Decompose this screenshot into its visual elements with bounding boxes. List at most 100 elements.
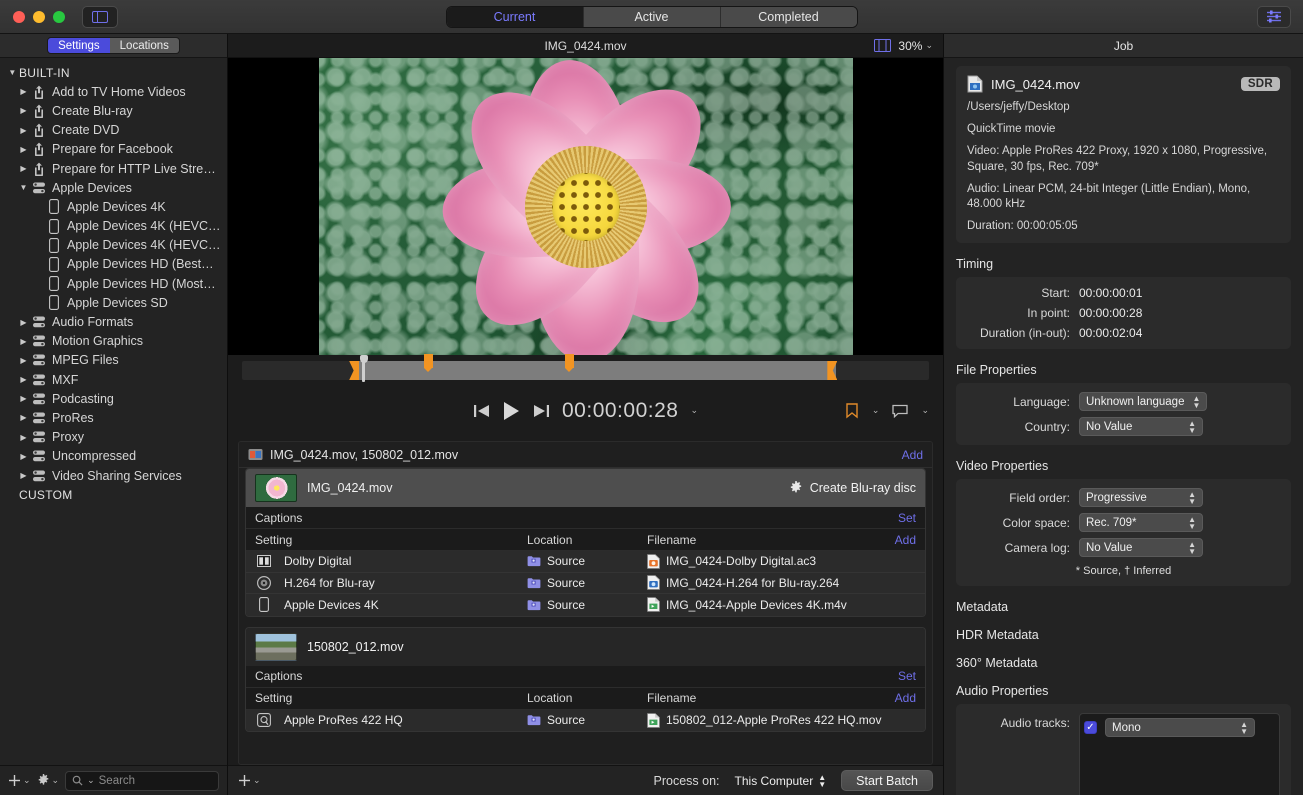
output-filename-cell[interactable]: 150802_012-Apple ProRes 422 HQ.mov <box>647 713 916 728</box>
color-space-select[interactable]: Rec. 709* ▲▼ <box>1079 513 1203 532</box>
search-input[interactable]: ⌄ Search <box>65 771 219 791</box>
tab-active[interactable]: Active <box>584 7 721 27</box>
sidebar-item-proxy[interactable]: ▶Proxy <box>0 428 227 447</box>
sidebar-item-video-sharing-services[interactable]: ▶Video Sharing Services <box>0 466 227 485</box>
add-setting-button[interactable]: ⌄ <box>8 774 31 787</box>
job-action-button[interactable]: Create Blu-ray disc <box>789 481 916 495</box>
chevron-right-icon[interactable]: ▶ <box>17 145 30 154</box>
settings-action-button[interactable]: ⌄ <box>37 774 60 787</box>
output-row[interactable]: Apple ProRes 422 HQSource150802_012-Appl… <box>246 710 925 732</box>
language-select[interactable]: Unknown language ▲▼ <box>1079 392 1207 411</box>
camera-log-select[interactable]: No Value ▲▼ <box>1079 538 1203 557</box>
settings-tree[interactable]: ▼BUILT-IN▶Add to TV Home Videos▶Create B… <box>0 58 227 765</box>
sidebar-item-create-blu-ray[interactable]: ▶Create Blu-ray <box>0 101 227 120</box>
timecode-display[interactable]: 00:00:00:28 <box>562 399 678 423</box>
chevron-right-icon[interactable]: ▶ <box>17 337 30 346</box>
chevron-right-icon[interactable]: ▶ <box>17 433 30 442</box>
chevron-down-icon[interactable]: ⌄ <box>690 405 698 416</box>
minimize-button[interactable] <box>33 11 45 23</box>
output-filename-cell[interactable]: IMG_0424-Apple Devices 4K.m4v <box>647 597 916 612</box>
marker-1[interactable] <box>424 354 433 368</box>
sidebar-item-add-to-tv-home-videos[interactable]: ▶Add to TV Home Videos <box>0 82 227 101</box>
sidebar-item-mpeg-files[interactable]: ▶MPEG Files <box>0 351 227 370</box>
job-title-row[interactable]: 150802_012.mov <box>246 628 925 666</box>
output-filename-cell[interactable]: IMG_0424-H.264 for Blu-ray.264 <box>647 575 916 590</box>
sidebar-item-uncompressed[interactable]: ▶Uncompressed <box>0 447 227 466</box>
sidebar-item-apple-devices-hd-most[interactable]: Apple Devices HD (Most… <box>0 274 227 293</box>
play-icon[interactable] <box>502 401 521 421</box>
country-select[interactable]: No Value ▲▼ <box>1079 417 1203 436</box>
job-card[interactable]: IMG_0424.movCreate Blu-ray discCaptionsS… <box>245 468 926 617</box>
playhead[interactable] <box>362 357 365 382</box>
sidebar-item-prores[interactable]: ▶ProRes <box>0 408 227 427</box>
output-filename-cell[interactable]: IMG_0424-Dolby Digital.ac3 <box>647 554 916 569</box>
process-on-popup[interactable]: This Computer ▲▼ <box>729 771 833 791</box>
job-card[interactable]: 150802_012.movCaptionsSetSettingLocation… <box>245 627 926 733</box>
chevron-down-icon[interactable]: ⌄ <box>921 405 929 416</box>
fit-to-window-icon[interactable] <box>874 39 891 52</box>
chevron-right-icon[interactable]: ▶ <box>17 164 30 173</box>
output-location-cell[interactable]: Source <box>527 713 647 727</box>
tab-completed[interactable]: Completed <box>721 7 857 27</box>
metadata-section-title[interactable]: Metadata <box>956 600 1291 614</box>
scrubber-track[interactable] <box>242 361 929 380</box>
skip-to-start-icon[interactable] <box>473 403 490 419</box>
output-row[interactable]: Dolby DigitalSourceIMG_0424-Dolby Digita… <box>246 551 925 573</box>
start-batch-button[interactable]: Start Batch <box>841 770 933 791</box>
audio-tracks-list[interactable]: ✓ Mono ▲▼ <box>1079 713 1280 795</box>
audio-track-select[interactable]: Mono ▲▼ <box>1105 718 1255 737</box>
sidebar-item-create-dvd[interactable]: ▶Create DVD <box>0 121 227 140</box>
tab-current[interactable]: Current <box>447 7 584 27</box>
in-point-handle[interactable] <box>349 361 359 380</box>
sidebar-item-apple-devices[interactable]: ▼Apple Devices <box>0 178 227 197</box>
chevron-right-icon[interactable]: ▶ <box>17 356 30 365</box>
output-location-cell[interactable]: Source <box>527 576 647 590</box>
output-location-cell[interactable]: Source <box>527 598 647 612</box>
captions-row[interactable]: CaptionsSet <box>246 666 925 688</box>
preview-area[interactable] <box>228 58 943 355</box>
inspector-body[interactable]: IMG_0424.mov SDR /Users/jeffy/Desktop Qu… <box>944 58 1303 795</box>
sidebar-item-audio-formats[interactable]: ▶Audio Formats <box>0 312 227 331</box>
sidebar-item-apple-devices-hd-best[interactable]: Apple Devices HD (Best… <box>0 255 227 274</box>
sidebar-item-prepare-for-http-live-stre[interactable]: ▶Prepare for HTTP Live Stre… <box>0 159 227 178</box>
add-output-link[interactable]: Add <box>895 691 916 705</box>
marker-2[interactable] <box>565 354 574 368</box>
output-row[interactable]: H.264 for Blu-raySourceIMG_0424-H.264 fo… <box>246 573 925 595</box>
output-row[interactable]: Apple Devices 4KSourceIMG_0424-Apple Dev… <box>246 594 925 616</box>
sidebar-item-podcasting[interactable]: ▶Podcasting <box>0 389 227 408</box>
sidebar-item-custom[interactable]: CUSTOM <box>0 485 227 504</box>
audio-track-checkbox[interactable]: ✓ <box>1084 721 1097 734</box>
chevron-right-icon[interactable]: ▶ <box>17 106 30 115</box>
caption-balloon-icon[interactable] <box>892 404 908 418</box>
chevron-down-icon[interactable]: ⌄ <box>872 405 880 416</box>
sidebar-item-apple-devices-4k-hevc[interactable]: Apple Devices 4K (HEVC… <box>0 236 227 255</box>
zoom-button[interactable] <box>53 11 65 23</box>
captions-set-link[interactable]: Set <box>898 669 916 683</box>
360-metadata-section-title[interactable]: 360° Metadata <box>956 656 1291 670</box>
inspector-toggle-button[interactable] <box>1257 6 1291 28</box>
chevron-right-icon[interactable]: ▶ <box>17 318 30 327</box>
sidebar-item-apple-devices-4k-hevc[interactable]: Apple Devices 4K (HEVC… <box>0 217 227 236</box>
zoom-level-popup[interactable]: 30% ⌄ <box>898 39 933 53</box>
batch-add-link[interactable]: Add <box>902 448 923 462</box>
chevron-right-icon[interactable]: ▶ <box>17 394 30 403</box>
add-job-button[interactable]: ⌄ <box>238 774 261 787</box>
sidebar-tabs[interactable]: Settings Locations <box>47 37 180 54</box>
close-button[interactable] <box>13 11 25 23</box>
sidebar-item-motion-graphics[interactable]: ▶Motion Graphics <box>0 332 227 351</box>
job-title-row[interactable]: IMG_0424.movCreate Blu-ray disc <box>246 469 925 507</box>
bookmark-icon[interactable] <box>845 403 859 419</box>
sidebar-item-apple-devices-4k[interactable]: Apple Devices 4K <box>0 197 227 216</box>
sidebar-toggle-button[interactable] <box>82 6 118 28</box>
chevron-down-icon[interactable]: ▼ <box>17 183 30 192</box>
sidebar-item-apple-devices-sd[interactable]: Apple Devices SD <box>0 293 227 312</box>
output-location-cell[interactable]: Source <box>527 554 647 568</box>
skip-to-end-icon[interactable] <box>533 403 550 419</box>
chevron-right-icon[interactable]: ▶ <box>17 413 30 422</box>
sidebar-item-prepare-for-facebook[interactable]: ▶Prepare for Facebook <box>0 140 227 159</box>
captions-set-link[interactable]: Set <box>898 511 916 525</box>
sidebar-item-built-in[interactable]: ▼BUILT-IN <box>0 63 227 82</box>
add-output-link[interactable]: Add <box>895 533 916 547</box>
chevron-down-icon[interactable]: ▼ <box>6 68 19 77</box>
tab-locations[interactable]: Locations <box>110 38 179 53</box>
